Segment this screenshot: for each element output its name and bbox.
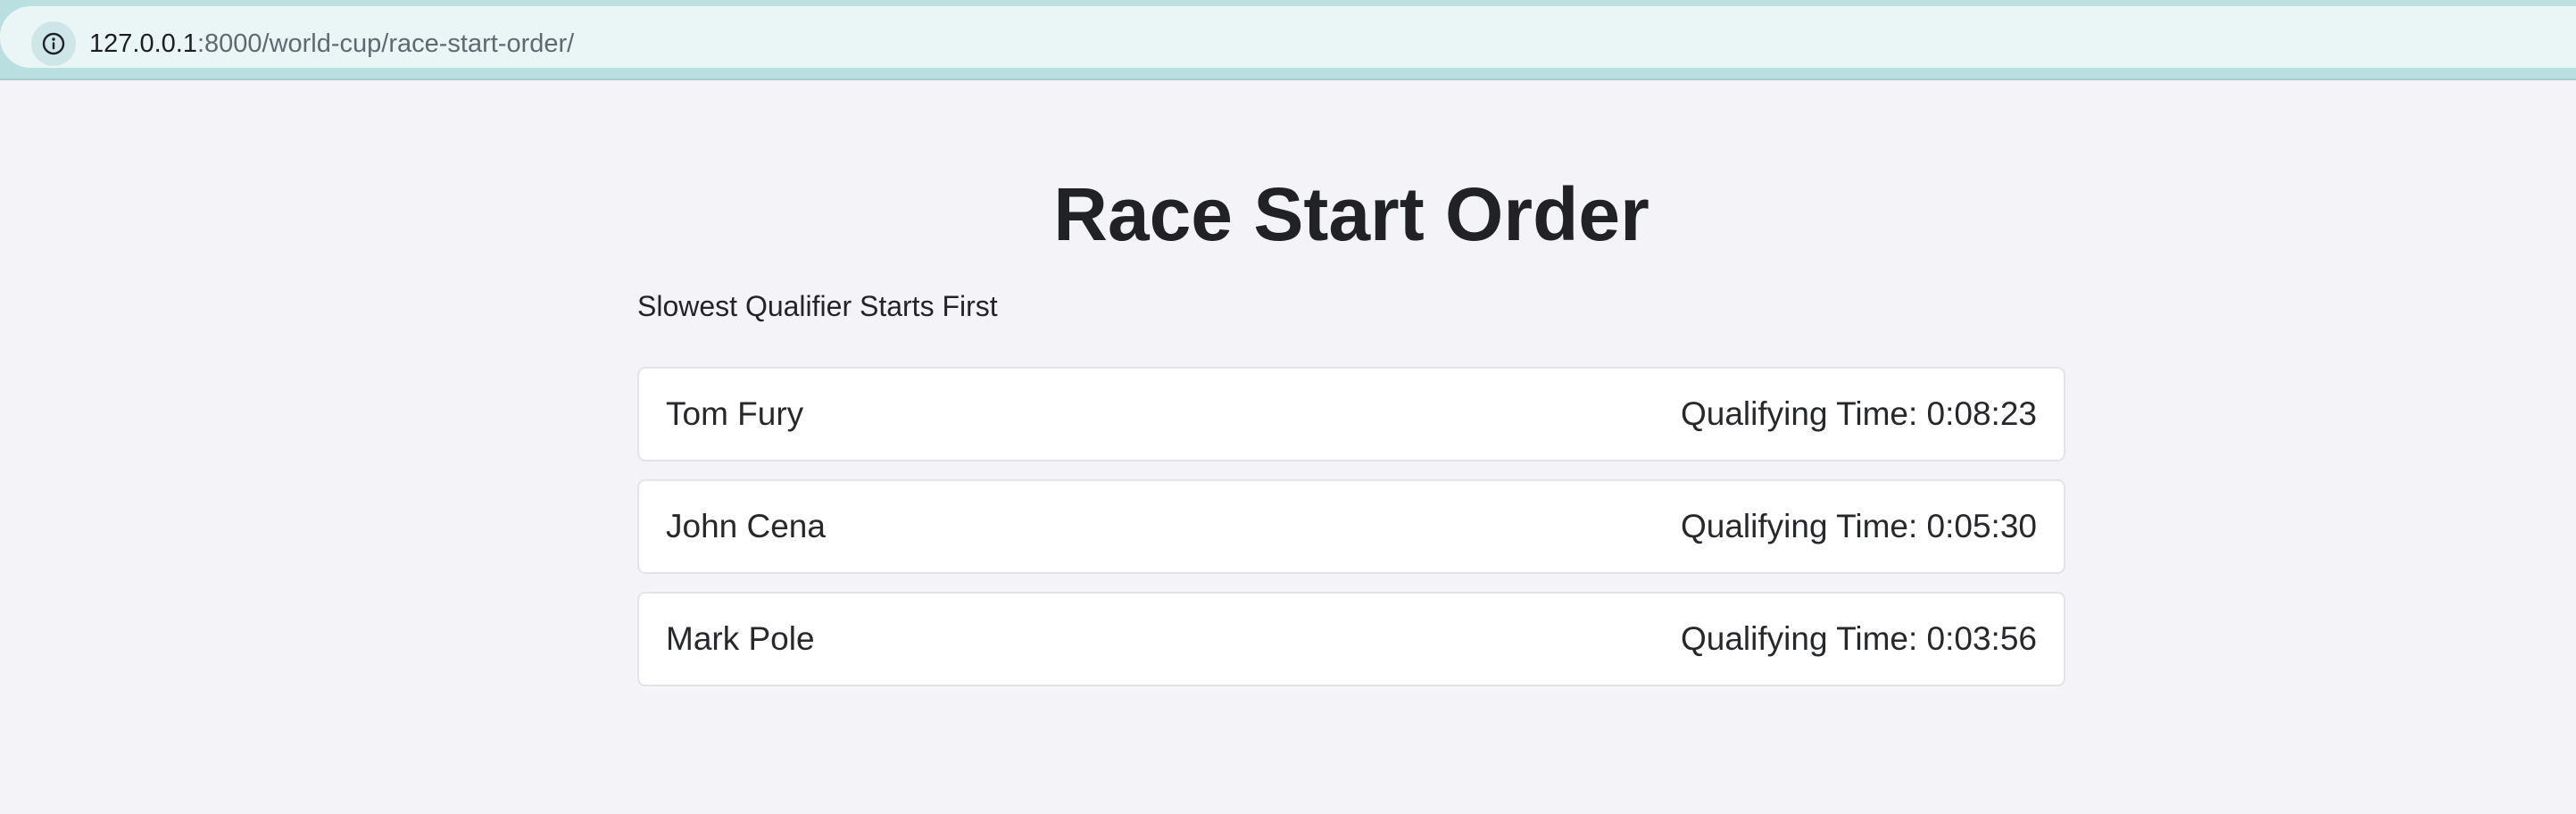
site-info-button[interactable]	[31, 21, 76, 66]
main-content: Race Start Order Slowest Qualifier Start…	[637, 80, 2065, 704]
qualifying-time: Qualifying Time: 0:05:30	[1681, 508, 2037, 544]
page-subtitle: Slowest Qualifier Starts First	[637, 290, 998, 322]
race-order-list: Tom Fury Qualifying Time: 0:08:23 John C…	[637, 367, 2065, 686]
list-item: John Cena Qualifying Time: 0:05:30	[637, 479, 2065, 574]
browser-toolbar: 127.0.0.1:8000/world-cup/race-start-orde…	[0, 0, 2576, 80]
info-circle-icon	[42, 32, 65, 55]
qualifying-time: Qualifying Time: 0:08:23	[1681, 395, 2037, 432]
url-text[interactable]: 127.0.0.1:8000/world-cup/race-start-orde…	[89, 29, 574, 59]
qualifying-time: Qualifying Time: 0:03:56	[1681, 620, 2037, 657]
list-item: Tom Fury Qualifying Time: 0:08:23	[637, 367, 2065, 461]
page-title: Race Start Order	[1053, 172, 1649, 256]
racer-name: John Cena	[666, 508, 826, 544]
url-path: :8000/world-cup/race-start-order/	[196, 29, 575, 58]
racer-name: Mark Pole	[666, 620, 815, 657]
list-item: Mark Pole Qualifying Time: 0:03:56	[637, 592, 2065, 686]
racer-name: Tom Fury	[666, 395, 804, 432]
url-host: 127.0.0.1	[89, 29, 197, 58]
address-bar[interactable]: 127.0.0.1:8000/world-cup/race-start-orde…	[0, 6, 2576, 68]
